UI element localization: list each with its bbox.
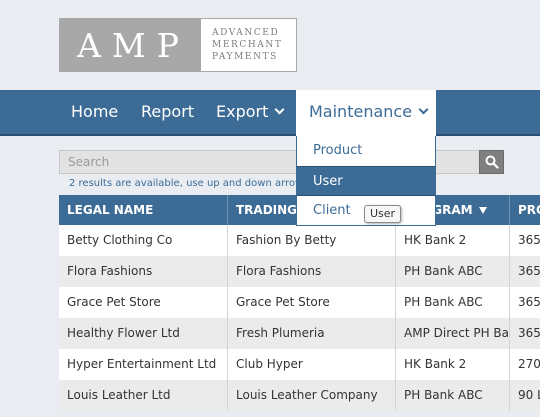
merchant-table: LEGAL NAME TRADING N PROGRAM PRO Betty C… <box>59 195 540 411</box>
menu-item-user[interactable]: User <box>297 166 435 196</box>
amp-logo[interactable]: AMP ADVANCED MERCHANT PAYMENTS <box>59 18 297 72</box>
cell-trading-name: Grace Pet Store <box>227 287 395 318</box>
cell-legal-name: Betty Clothing Co <box>67 233 173 247</box>
cell-legal-name: Louis Leather Ltd <box>67 388 171 402</box>
results-note: 2 results are available, use up and down… <box>69 178 304 189</box>
cell-pro: 270 <box>509 349 540 380</box>
cell-pro: 90 L <box>509 380 540 411</box>
nav-maintenance[interactable]: Maintenance <box>296 90 436 136</box>
table-row[interactable]: Healthy Flower Ltd Fresh Plumeria AMP Di… <box>59 318 540 349</box>
logo-line-2: MERCHANT <box>212 40 283 50</box>
cell-program: PH Bank ABC <box>395 380 509 411</box>
cell-program: HK Bank 2 <box>395 225 509 256</box>
table-row[interactable]: Betty Clothing Co Fashion By Betty HK Ba… <box>59 225 540 256</box>
cell-pro: 365 <box>509 287 540 318</box>
search-icon <box>485 155 499 169</box>
main-nav: Home Report Export Maintenance <box>0 90 540 136</box>
cell-trading-name: Fresh Plumeria <box>227 318 395 349</box>
search-button[interactable] <box>479 150 504 174</box>
cell-legal-name: Hyper Entertainment Ltd <box>67 357 217 371</box>
cell-legal-name: Flora Fashions <box>67 264 153 278</box>
cell-legal-name: Healthy Flower Ltd <box>67 326 180 340</box>
cell-trading-name: Club Hyper <box>227 349 395 380</box>
cell-trading-name: Fashion By Betty <box>227 225 395 256</box>
cell-program: PH Bank ABC <box>395 287 509 318</box>
chevron-down-icon <box>274 104 285 115</box>
filter-icon[interactable] <box>478 207 487 214</box>
logo-tagline: ADVANCED MERCHANT PAYMENTS <box>201 19 296 71</box>
cell-program: PH Bank ABC <box>395 256 509 287</box>
table-row[interactable]: Flora Fashions Flora Fashions PH Bank AB… <box>59 256 540 287</box>
chevron-down-icon <box>418 104 429 115</box>
cell-pro: 365 <box>509 318 540 349</box>
column-header-pro[interactable]: PRO <box>509 195 540 225</box>
table-row[interactable]: Grace Pet Store Grace Pet Store PH Bank … <box>59 287 540 318</box>
column-header-legal-name[interactable]: LEGAL NAME <box>59 195 227 225</box>
nav-report[interactable]: Report <box>141 90 194 134</box>
tooltip: User <box>364 205 402 223</box>
cell-program: HK Bank 2 <box>395 349 509 380</box>
cell-trading-name: Louis Leather Company <box>227 380 395 411</box>
header: AMP ADVANCED MERCHANT PAYMENTS <box>0 0 540 90</box>
nav-home[interactable]: Home <box>71 90 118 134</box>
cell-legal-name: Grace Pet Store <box>67 295 161 309</box>
table-row[interactable]: Louis Leather Ltd Louis Leather Company … <box>59 380 540 411</box>
nav-export[interactable]: Export <box>216 90 285 134</box>
cell-trading-name: Flora Fashions <box>227 256 395 287</box>
logo-line-3: PAYMENTS <box>212 52 278 62</box>
logo-line-1: ADVANCED <box>212 28 280 38</box>
cell-pro: 365 <box>509 256 540 287</box>
table-row[interactable]: Hyper Entertainment Ltd Club Hyper HK Ba… <box>59 349 540 380</box>
nav-export-label: Export <box>216 102 269 121</box>
menu-item-product[interactable]: Product <box>297 136 435 166</box>
logo-letters: AMP <box>60 19 201 71</box>
cell-program: AMP Direct PH Bar <box>395 318 509 349</box>
nav-maintenance-label: Maintenance <box>309 102 413 121</box>
cell-pro: 365 <box>509 225 540 256</box>
